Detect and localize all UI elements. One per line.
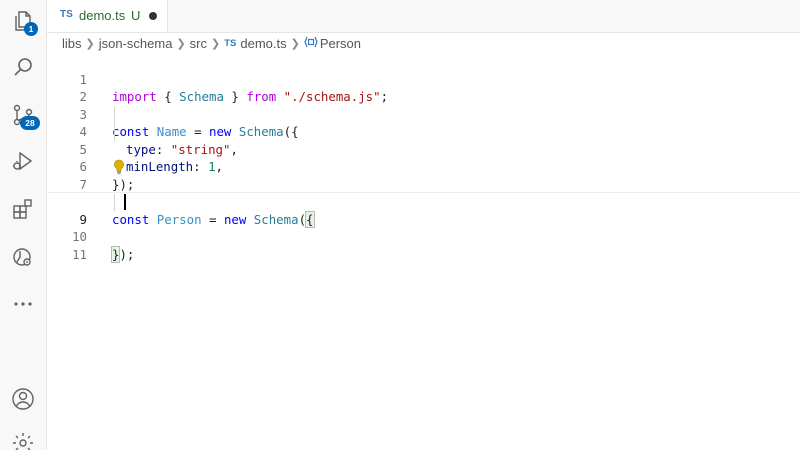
variable-symbol-icon: [304, 36, 318, 51]
code-line: 10 });: [47, 211, 800, 263]
explorer-badge: 1: [24, 22, 38, 36]
lightbulb-icon[interactable]: [113, 159, 125, 178]
code-line: 4 type: "string",: [47, 106, 800, 157]
chevron-right-icon: ❯: [290, 37, 300, 50]
code-line: 7: [47, 158, 800, 192]
tab-bar: TS demo.ts U: [47, 0, 800, 33]
tab-demo-ts[interactable]: TS demo.ts U: [47, 0, 168, 32]
testing-icon[interactable]: [8, 242, 38, 272]
unsaved-dot-icon[interactable]: [149, 12, 157, 20]
source-control-icon[interactable]: 28: [8, 100, 40, 130]
code-line: 8 const Person = new Schema({: [47, 176, 800, 228]
code-line-active: 9: [47, 193, 800, 227]
chevron-right-icon: ❯: [176, 37, 186, 50]
breadcrumb-item-file[interactable]: demo.ts: [240, 36, 286, 51]
line-number: 11: [72, 246, 87, 262]
chevron-right-icon: ❯: [85, 37, 95, 50]
code-text: });: [110, 245, 135, 263]
breadcrumb: libs ❯ json-schema ❯ src ❯ TS demo.ts ❯ …: [62, 35, 361, 51]
typescript-file-icon: TS: [224, 37, 237, 49]
code-line: 5 minLength: 1,: [47, 123, 800, 175]
typescript-file-icon: TS: [60, 9, 73, 20]
extensions-icon[interactable]: [8, 194, 38, 224]
breadcrumb-item-src[interactable]: src: [190, 36, 207, 51]
breadcrumb-item-json-schema[interactable]: json-schema: [99, 36, 173, 51]
breadcrumb-item-symbol[interactable]: Person: [320, 36, 361, 51]
code-line: 3 const Name = new Schema({: [47, 88, 800, 140]
search-icon[interactable]: [8, 52, 38, 82]
text-cursor: [124, 194, 126, 210]
indent-guide: [114, 107, 115, 141]
source-control-badge: 28: [20, 116, 40, 130]
code-line: 11: [47, 228, 800, 262]
breadcrumb-item-libs[interactable]: libs: [62, 36, 82, 51]
run-debug-icon[interactable]: [8, 146, 38, 176]
manage-gear-icon[interactable]: [8, 428, 38, 450]
accounts-icon[interactable]: [8, 384, 38, 414]
activity-bar: 1 28: [0, 0, 47, 450]
chevron-right-icon: ❯: [211, 37, 221, 50]
vscode-window: 1 28 TS demo.ts U libs ❯ json-schema ❯ s…: [0, 0, 800, 450]
explorer-icon[interactable]: 1: [8, 6, 38, 36]
indent-guide: [114, 194, 115, 211]
code-line: 6 });: [47, 141, 800, 192]
code-editor[interactable]: 1 import { Schema } from "./schema.js"; …: [47, 52, 800, 450]
code-line: 1 import { Schema } from "./schema.js";: [47, 53, 800, 105]
untracked-status: U: [131, 8, 141, 23]
code-line: 2: [47, 71, 800, 104]
more-icon[interactable]: [8, 288, 38, 318]
tab-label: demo.ts: [79, 8, 126, 23]
